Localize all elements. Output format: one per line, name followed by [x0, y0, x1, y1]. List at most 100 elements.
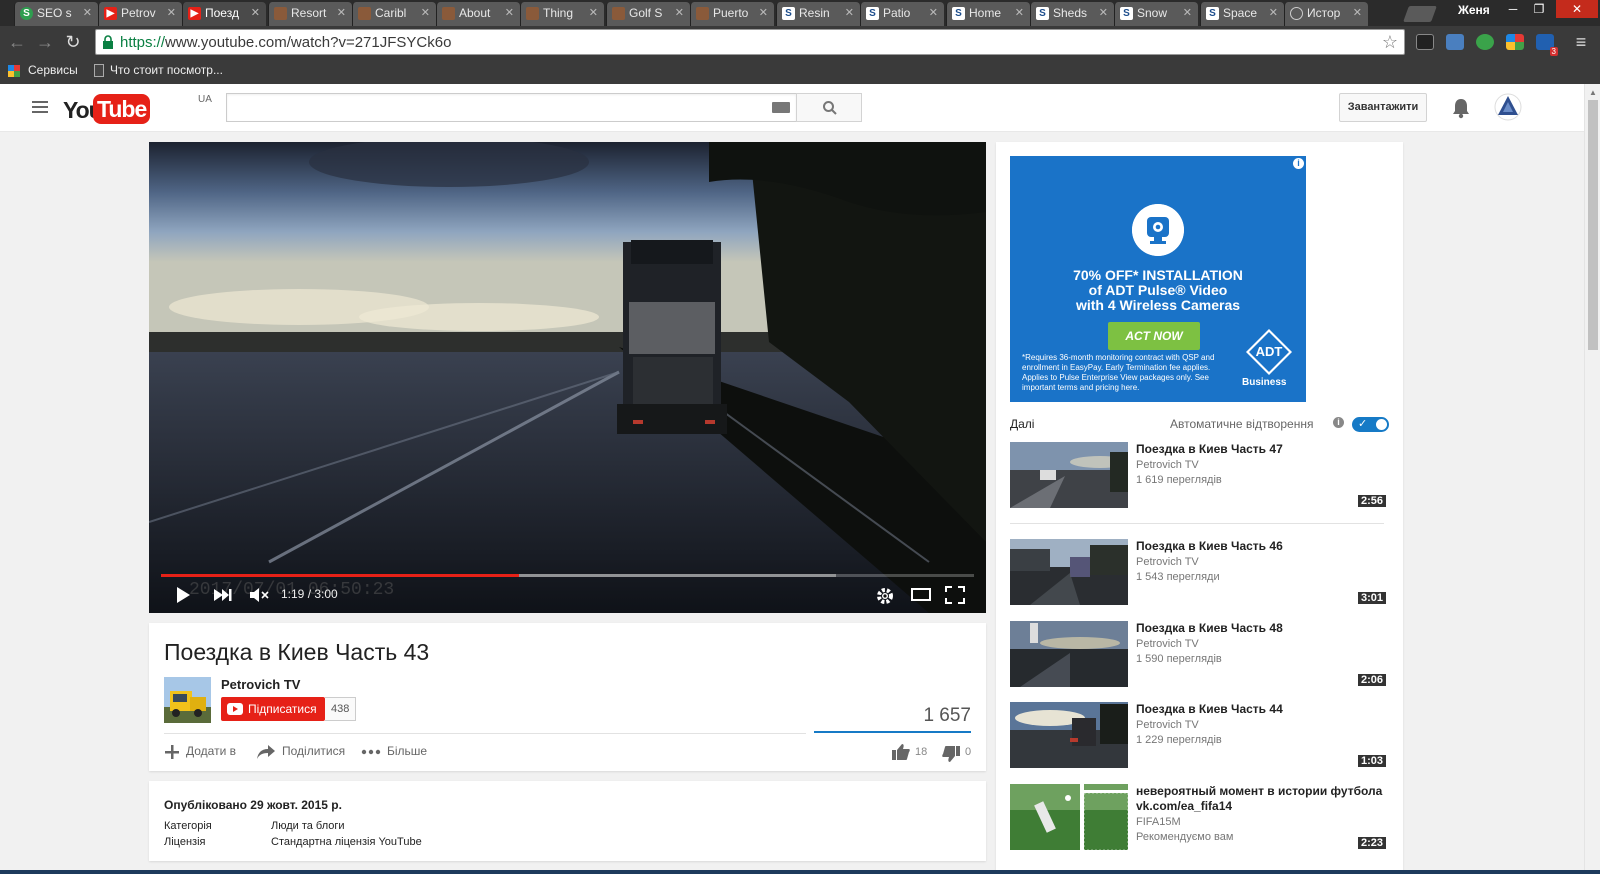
rec-channel: Petrovich TV: [1136, 638, 1199, 650]
tab-sheds[interactable]: S Sheds ✕: [1030, 2, 1114, 26]
tab-snow[interactable]: S Snow ✕: [1114, 2, 1198, 26]
page-scrollbar[interactable]: ▲: [1584, 84, 1600, 874]
rec-channel: FIFA15M: [1136, 816, 1181, 828]
close-icon[interactable]: ✕: [167, 6, 176, 19]
ad-cta-button[interactable]: ACT NOW: [1108, 322, 1200, 350]
globe-extension-icon[interactable]: [1476, 34, 1494, 50]
hamburger-menu-icon[interactable]: [32, 101, 48, 115]
progress-bar[interactable]: [161, 574, 974, 577]
tab-label: Resort: [291, 6, 327, 20]
add-to-button[interactable]: Додати в: [164, 744, 236, 760]
scroll-up-arrow-icon[interactable]: ▲: [1589, 88, 1597, 97]
subscribe-button[interactable]: Підписатися: [221, 697, 325, 721]
autoplay-info-icon[interactable]: i: [1333, 417, 1344, 428]
address-bar[interactable]: https://www.youtube.com/watch?v=271JFSYC…: [95, 29, 1405, 55]
minimize-icon[interactable]: ─: [1500, 0, 1526, 18]
search-icon: [823, 101, 837, 115]
tab-home[interactable]: S Home ✕: [946, 2, 1030, 26]
close-icon[interactable]: ✕: [505, 6, 514, 19]
tab-resin[interactable]: S Resin ✕: [776, 2, 860, 26]
close-icon[interactable]: ✕: [337, 6, 346, 19]
recommended-video[interactable]: 1:03 Поездка в Киев Часть 44 Petrovich T…: [1010, 702, 1390, 770]
more-button[interactable]: Більше: [361, 744, 427, 758]
bookmark-star-icon[interactable]: ☆: [1382, 32, 1398, 53]
rec-views: 1 619 переглядів: [1136, 474, 1222, 486]
recommended-video[interactable]: 2:06 Поездка в Киев Часть 48 Petrovich T…: [1010, 621, 1390, 689]
close-icon[interactable]: ✕: [845, 6, 854, 19]
close-icon[interactable]: ✕: [589, 6, 598, 19]
ad-info-icon[interactable]: i: [1293, 158, 1304, 169]
dislike-thumb-down-icon[interactable]: [941, 745, 961, 763]
bookmark-item[interactable]: Что стоит посмотр...: [110, 63, 223, 77]
tab-caribl[interactable]: Caribl ✕: [352, 2, 436, 26]
video-player[interactable]: 2017/07/01 06:50:23 1:19 / 3:00: [149, 142, 986, 613]
tab-golf[interactable]: Golf S ✕: [606, 2, 690, 26]
extension-icon[interactable]: 3: [1536, 34, 1558, 56]
tab-seo[interactable]: S SEO s ✕: [14, 2, 98, 26]
tab-label: Home: [969, 6, 1002, 20]
license-value[interactable]: Стандартна ліцензія YouTube: [271, 836, 422, 848]
ad-logo-subtitle: Business: [1242, 377, 1287, 388]
close-icon[interactable]: ✕: [1353, 6, 1362, 19]
autoplay-toggle[interactable]: ✓: [1352, 417, 1389, 432]
scrollbar-thumb[interactable]: [1588, 100, 1598, 350]
close-icon[interactable]: ✕: [83, 6, 92, 19]
close-icon[interactable]: ✕: [675, 6, 684, 19]
channel-name[interactable]: Petrovich TV: [221, 677, 300, 692]
extension-icon[interactable]: [1506, 34, 1524, 50]
reload-icon[interactable]: ↻: [62, 32, 84, 52]
mute-icon[interactable]: [249, 586, 269, 604]
apps-icon[interactable]: [8, 65, 20, 77]
forward-icon[interactable]: →: [34, 32, 56, 52]
close-icon[interactable]: ✕: [251, 6, 260, 19]
tab-thing[interactable]: Thing ✕: [520, 2, 604, 26]
close-icon[interactable]: ✕: [421, 6, 430, 19]
tab-puerto[interactable]: Puerto ✕: [690, 2, 774, 26]
upload-button[interactable]: Завантажити: [1339, 93, 1427, 122]
account-avatar[interactable]: [1494, 93, 1522, 121]
restore-icon[interactable]: ❐: [1526, 0, 1552, 18]
bookmark-apps[interactable]: Сервисы: [28, 63, 78, 77]
search-button[interactable]: [796, 93, 862, 122]
tab-petrov[interactable]: ▶ Petrov ✕: [98, 2, 182, 26]
divider: [1010, 523, 1384, 524]
back-icon[interactable]: ←: [6, 32, 28, 52]
menu-icon[interactable]: ≡: [1570, 32, 1592, 52]
channel-avatar[interactable]: [164, 677, 211, 723]
close-icon[interactable]: ✕: [1183, 6, 1192, 19]
window-close-icon[interactable]: ✕: [1556, 0, 1598, 18]
notifications-bell-icon[interactable]: [1451, 97, 1471, 119]
recommended-video[interactable]: 2:23 невероятный момент в истории футбол…: [1010, 784, 1390, 852]
recommended-video[interactable]: 2:56 Поездка в Киев Часть 47 Petrovich T…: [1010, 442, 1390, 510]
fullscreen-icon[interactable]: [945, 586, 965, 604]
theater-mode-icon[interactable]: [911, 586, 931, 602]
tab-space[interactable]: S Space ✕: [1200, 2, 1284, 26]
extension-icon[interactable]: [1446, 34, 1464, 50]
close-icon[interactable]: ✕: [1269, 6, 1278, 19]
keyboard-icon[interactable]: [772, 102, 790, 113]
extension-icon[interactable]: [1416, 34, 1434, 50]
next-icon[interactable]: [213, 586, 233, 604]
like-thumb-up-icon[interactable]: [891, 743, 911, 761]
search-input[interactable]: [226, 93, 797, 122]
close-icon[interactable]: ✕: [759, 6, 768, 19]
video-thumbnail: [1010, 702, 1128, 768]
tab-about[interactable]: About ✕: [436, 2, 520, 26]
close-icon[interactable]: ✕: [1015, 6, 1024, 19]
recommended-video[interactable]: 3:01 Поездка в Киев Часть 46 Petrovich T…: [1010, 539, 1390, 607]
tab-active-video[interactable]: ▶ Поезд ✕: [182, 2, 266, 26]
play-icon[interactable]: [175, 586, 191, 604]
close-icon[interactable]: ✕: [929, 6, 938, 19]
settings-gear-icon[interactable]: [875, 586, 895, 606]
close-icon[interactable]: ✕: [1099, 6, 1108, 19]
tab-patio[interactable]: S Patio ✕: [860, 2, 944, 26]
profile-name[interactable]: Женя: [1458, 3, 1490, 17]
category-value[interactable]: Люди та блоги: [271, 820, 345, 832]
display-ad[interactable]: i 70% OFF* INSTALLATION of ADT Pulse® Vi…: [1010, 156, 1306, 402]
tab-history[interactable]: Истор ✕: [1284, 2, 1368, 26]
new-tab-button[interactable]: [1403, 6, 1437, 22]
share-button[interactable]: Поділитися: [256, 744, 345, 760]
tab-label: SEO s: [37, 6, 72, 20]
tab-resort[interactable]: Resort ✕: [268, 2, 352, 26]
autoplay-label: Автоматичне відтворення: [1170, 417, 1314, 431]
